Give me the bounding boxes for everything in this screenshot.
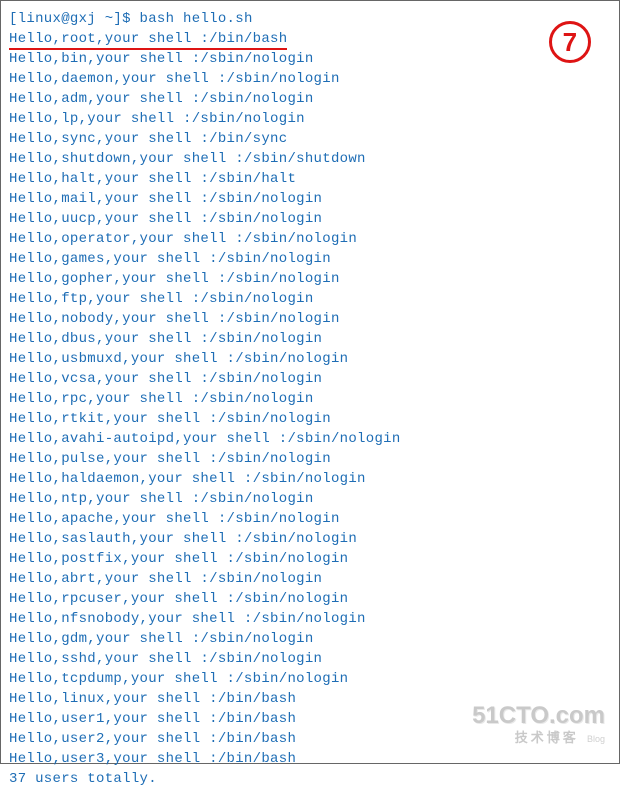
terminal-line: Hello,operator,your shell :/sbin/nologin: [9, 229, 611, 249]
terminal-line: Hello,dbus,your shell :/sbin/nologin: [9, 329, 611, 349]
badge-number: 7: [563, 32, 578, 52]
terminal-line: Hello,bin,your shell :/sbin/nologin: [9, 49, 611, 69]
terminal-line: Hello,postfix,your shell :/sbin/nologin: [9, 549, 611, 569]
terminal-line: Hello,sshd,your shell :/sbin/nologin: [9, 649, 611, 669]
terminal-line: Hello,haldaemon,your shell :/sbin/nologi…: [9, 469, 611, 489]
terminal-output: Hello,bin,your shell :/sbin/nologinHello…: [9, 49, 611, 789]
terminal-line: Hello,ntp,your shell :/sbin/nologin: [9, 489, 611, 509]
terminal-line: Hello,apache,your shell :/sbin/nologin: [9, 509, 611, 529]
terminal-line: Hello,vcsa,your shell :/sbin/nologin: [9, 369, 611, 389]
terminal-line: Hello,saslauth,your shell :/sbin/nologin: [9, 529, 611, 549]
terminal-line: Hello,uucp,your shell :/sbin/nologin: [9, 209, 611, 229]
terminal-line: Hello,mail,your shell :/sbin/nologin: [9, 189, 611, 209]
terminal-line: Hello,rpcuser,your shell :/sbin/nologin: [9, 589, 611, 609]
terminal-line: Hello,avahi-autoipd,your shell :/sbin/no…: [9, 429, 611, 449]
terminal-line: Hello,halt,your shell :/sbin/halt: [9, 169, 611, 189]
terminal-line: Hello,rpc,your shell :/sbin/nologin: [9, 389, 611, 409]
terminal-line: Hello,user3,your shell :/bin/bash: [9, 749, 611, 769]
terminal-line: Hello,usbmuxd,your shell :/sbin/nologin: [9, 349, 611, 369]
terminal-line: Hello,games,your shell :/sbin/nologin: [9, 249, 611, 269]
terminal-line: Hello,lp,your shell :/sbin/nologin: [9, 109, 611, 129]
watermark-tag: Blog: [587, 734, 605, 744]
terminal-line: Hello,abrt,your shell :/sbin/nologin: [9, 569, 611, 589]
terminal-line: 37 users totally.: [9, 769, 611, 789]
annotation-badge: 7: [549, 21, 591, 63]
terminal-line: Hello,gopher,your shell :/sbin/nologin: [9, 269, 611, 289]
terminal-line: Hello,pulse,your shell :/sbin/nologin: [9, 449, 611, 469]
watermark-line2: 技术博客: [515, 730, 579, 745]
terminal-line: Hello,ftp,your shell :/sbin/nologin: [9, 289, 611, 309]
terminal-line: Hello,sync,your shell :/bin/sync: [9, 129, 611, 149]
terminal-line: Hello,tcpdump,your shell :/sbin/nologin: [9, 669, 611, 689]
terminal-output-highlighted: Hello,root,your shell :/bin/bash: [9, 29, 611, 49]
terminal-line: Hello,shutdown,your shell :/sbin/shutdow…: [9, 149, 611, 169]
watermark-line1: 51CTO.com: [472, 703, 605, 729]
prompt-command: bash hello.sh: [140, 11, 253, 27]
terminal-line: Hello,gdm,your shell :/sbin/nologin: [9, 629, 611, 649]
terminal-line: Hello,nfsnobody,your shell :/sbin/nologi…: [9, 609, 611, 629]
watermark: 51CTO.com 技术博客 Blog: [472, 703, 605, 745]
terminal-line: Hello,rtkit,your shell :/sbin/nologin: [9, 409, 611, 429]
terminal-prompt-line: [linux@gxj ~]$ bash hello.sh: [9, 9, 611, 29]
terminal-line: Hello,adm,your shell :/sbin/nologin: [9, 89, 611, 109]
terminal-line: Hello,nobody,your shell :/sbin/nologin: [9, 309, 611, 329]
highlighted-output: Hello,root,your shell :/bin/bash: [9, 29, 287, 49]
prompt-user-host: [linux@gxj ~]$: [9, 11, 131, 27]
terminal-line: Hello,daemon,your shell :/sbin/nologin: [9, 69, 611, 89]
